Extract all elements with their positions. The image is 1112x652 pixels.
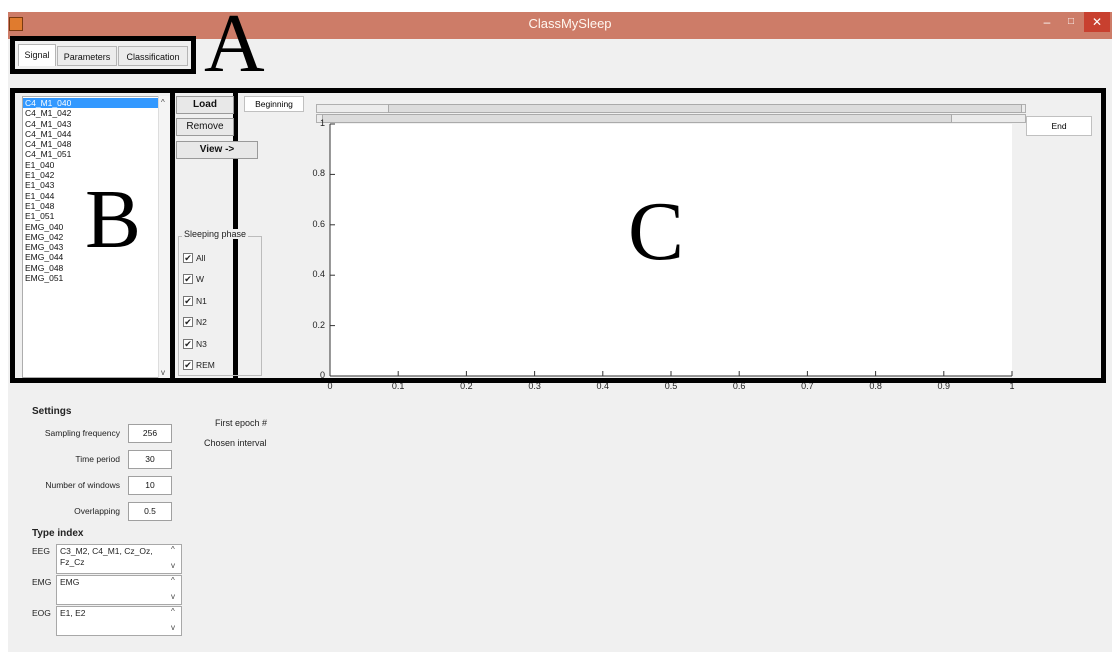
settings-field-input[interactable]: 256: [128, 424, 172, 443]
checkbox-icon[interactable]: ✔: [183, 317, 193, 328]
x-tick-label: 1: [1009, 381, 1015, 391]
y-tick-label: 0: [319, 370, 325, 380]
beginning-button[interactable]: Beginning: [244, 96, 304, 112]
window-left-edge: [0, 12, 8, 652]
scroll-down-icon[interactable]: v: [171, 623, 175, 632]
settings-field-label: Sampling frequency: [44, 428, 120, 438]
list-item[interactable]: E1_040: [23, 160, 171, 170]
list-item[interactable]: C4_M1_051: [23, 149, 171, 159]
remove-button[interactable]: Remove: [176, 118, 234, 136]
phase-label: N2: [196, 317, 207, 328]
list-item[interactable]: C4_M1_044: [23, 129, 171, 139]
phase-label: N1: [196, 295, 207, 306]
settings-field-input[interactable]: 10: [128, 476, 172, 495]
type-index-label: EOG: [32, 608, 51, 618]
scroll-down-icon[interactable]: v: [161, 368, 165, 377]
y-tick-label: 0.4: [312, 269, 325, 280]
window-title: ClassMySleep: [528, 16, 612, 31]
phase-label: All: [196, 252, 206, 263]
phase-checkbox-all[interactable]: ✔ All: [183, 249, 206, 263]
settings-field-input[interactable]: 0.5: [128, 502, 172, 521]
type-index-title: Type index: [32, 528, 84, 539]
x-tick-label: 0.9: [937, 381, 951, 391]
scroll-down-icon[interactable]: v: [171, 561, 175, 570]
x-tick-label: 0.4: [596, 381, 610, 391]
y-tick-marks: [330, 123, 335, 377]
list-item[interactable]: C4_M1_040: [23, 98, 159, 109]
x-tick-label: 0.1: [391, 381, 405, 391]
y-tick-label: 1: [319, 118, 325, 128]
type-index-label: EEG: [32, 546, 50, 556]
x-tick-label: 0.6: [732, 381, 746, 391]
x-tick-label: 0: [327, 381, 333, 391]
phase-checkbox-rem[interactable]: ✔ REM: [183, 357, 215, 371]
checkbox-icon[interactable]: ✔: [183, 274, 193, 285]
annotation-label-a: A: [204, 0, 265, 90]
phase-checkbox-n1[interactable]: ✔ N1: [183, 292, 207, 306]
view-button[interactable]: View ->: [176, 141, 258, 159]
phase-label: N3: [196, 338, 207, 349]
scroll-up-icon[interactable]: ^: [171, 545, 175, 554]
close-button[interactable]: ✕: [1084, 12, 1110, 32]
first-epoch-label: First epoch #: [215, 418, 268, 428]
list-item[interactable]: C4_M1_048: [23, 139, 171, 149]
scroll-up-icon[interactable]: ^: [171, 607, 175, 616]
top-slider-thumb[interactable]: [388, 104, 1022, 113]
chosen-interval-label: Chosen interval: [204, 438, 267, 448]
settings-field-label: Time period: [75, 454, 120, 464]
settings-title: Settings: [32, 406, 72, 417]
settings-field-input[interactable]: 30: [128, 450, 172, 469]
scroll-down-icon[interactable]: v: [171, 592, 175, 601]
x-tick-label: 0.5: [664, 381, 678, 391]
x-tick-label: 0.2: [460, 381, 473, 391]
phase-checkbox-n2[interactable]: ✔ N2: [183, 314, 207, 328]
x-tick-label: 0.8: [869, 381, 882, 391]
y-tick-label: 0.6: [312, 218, 325, 229]
phase-checkbox-n3[interactable]: ✔ N3: [183, 335, 207, 349]
tab-parameters[interactable]: Parameters: [57, 46, 117, 66]
y-tick-label: 0.2: [312, 319, 325, 330]
list-item[interactable]: EMG_051: [23, 273, 171, 283]
phase-label: REM: [196, 360, 215, 371]
checkbox-icon[interactable]: ✔: [183, 295, 193, 306]
x-tick-label: 0.7: [801, 381, 814, 391]
type-index-label: EMG: [32, 577, 52, 587]
type-index-emg-field[interactable]: EMG: [56, 575, 182, 605]
sleeping-phase-title: Sleeping phase: [182, 229, 249, 239]
phase-label: W: [196, 274, 205, 285]
annotation-label-c: C: [628, 185, 685, 278]
type-index-eog-field[interactable]: E1, E2: [56, 606, 182, 636]
maximize-button[interactable]: □: [1058, 12, 1084, 32]
listbox-scrollbar[interactable]: [158, 96, 172, 378]
tab-signal[interactable]: Signal: [18, 44, 56, 66]
scroll-up-icon[interactable]: ^: [171, 576, 175, 585]
app-icon: [9, 17, 23, 31]
checkbox-icon[interactable]: ✔: [183, 338, 193, 349]
tab-classification[interactable]: Classification: [118, 46, 188, 66]
list-item[interactable]: C4_M1_042: [23, 108, 171, 118]
annotation-label-b: B: [85, 173, 142, 266]
scroll-up-icon[interactable]: ^: [161, 98, 165, 107]
checkbox-icon[interactable]: ✔: [183, 252, 193, 263]
x-tick-label: 0.3: [528, 381, 541, 391]
checkbox-icon[interactable]: ✔: [183, 360, 193, 371]
type-index-eeg-field[interactable]: C3_M2, C4_M1, Cz_Oz, Fz_Cz: [56, 544, 182, 574]
list-item[interactable]: C4_M1_043: [23, 119, 171, 129]
y-tick-label: 0.8: [312, 168, 325, 179]
phase-checkbox-w[interactable]: ✔ W: [183, 271, 205, 285]
settings-field-label: Number of windows: [45, 480, 120, 490]
load-button[interactable]: Load: [176, 96, 234, 114]
minimize-button[interactable]: –: [1034, 12, 1060, 32]
x-tick-marks: [329, 371, 1013, 376]
settings-field-label: Overlapping: [74, 506, 120, 516]
